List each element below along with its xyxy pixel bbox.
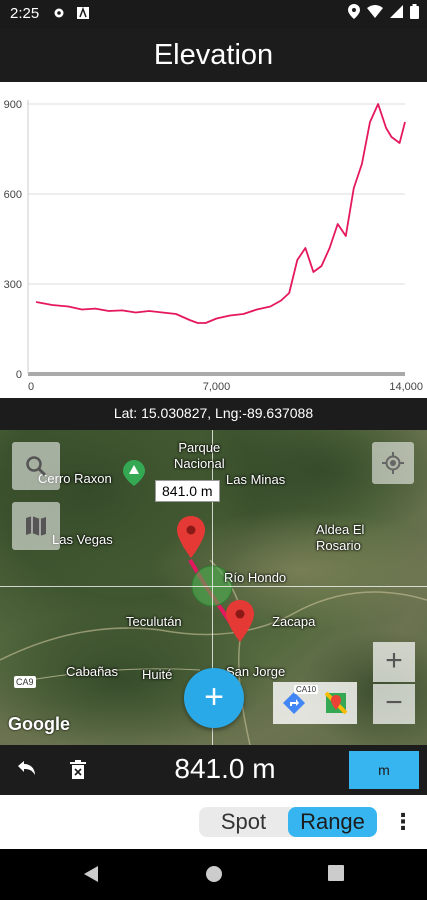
- battery-icon: [410, 4, 419, 19]
- more-options-button[interactable]: ⋮: [392, 809, 414, 837]
- y-tick-label-900: 900: [4, 99, 22, 111]
- bottom-toolbar: 841.0 m m: [0, 745, 427, 795]
- map-icon: [26, 516, 46, 536]
- elevation-chart[interactable]: 0 300 600 900 0 7,000 14,000: [0, 82, 427, 398]
- x-tick-label-7,000: 7,000: [203, 381, 231, 393]
- place-label-las-vegas: Las Vegas: [52, 532, 113, 547]
- open-in-maps-button[interactable]: [315, 682, 357, 724]
- system-nav-bar: [0, 849, 427, 900]
- my-location-button[interactable]: [372, 442, 414, 484]
- elevation-chart-svg: 0 300 600 900 0 7,000 14,000: [4, 99, 423, 393]
- x-tick-label-14,000: 14,000: [389, 381, 423, 393]
- x-tick-label-0: 0: [28, 381, 34, 393]
- map-layers-button[interactable]: [12, 502, 60, 550]
- status-bar: 2:25: [0, 0, 427, 28]
- place-label-teculutan: Teculután: [126, 614, 182, 629]
- google-logo: Google: [8, 714, 70, 734]
- settings-icon: [54, 8, 64, 18]
- mode-row: Spot Range ⋮: [0, 795, 427, 849]
- place-label-las-minas: Las Minas: [226, 472, 286, 487]
- location-icon: [348, 4, 360, 19]
- google-maps-icon: [325, 692, 347, 714]
- y-tick-label-300: 300: [4, 279, 22, 291]
- y-tick-label-0: 0: [16, 369, 22, 381]
- zoom-in-button[interactable]: +: [373, 642, 415, 682]
- end-pin-icon[interactable]: [226, 600, 254, 642]
- park-marker-icon: [123, 460, 145, 486]
- place-label-cabanas: Cabañas: [66, 664, 119, 679]
- mode-segmented-control: Spot Range: [199, 807, 377, 837]
- directions-icon: [283, 692, 305, 714]
- my-location-icon: [382, 452, 404, 474]
- page-title: Elevation: [153, 39, 274, 71]
- delete-icon[interactable]: [66, 758, 90, 782]
- route-sign-ca10: CA10: [294, 685, 319, 694]
- distance-readout: 841.0 m: [174, 753, 276, 784]
- home-icon[interactable]: [205, 865, 223, 883]
- range-mode-button[interactable]: Range: [288, 807, 377, 837]
- place-label-huite: Huité: [142, 667, 173, 682]
- map-view[interactable]: Parque Nacional Las Minas Cerro Raxon La…: [0, 430, 427, 745]
- status-icons: [348, 4, 419, 19]
- undo-icon[interactable]: [14, 758, 38, 782]
- recents-icon[interactable]: [328, 865, 344, 881]
- app-bar: Elevation: [0, 28, 427, 82]
- place-label-parque: Parque Nacional: [174, 440, 225, 471]
- spot-mode-button[interactable]: Spot: [199, 807, 288, 837]
- place-label-rio-hondo: Río Hondo: [224, 570, 287, 585]
- unit-button[interactable]: m: [349, 751, 419, 789]
- wifi-icon: [367, 5, 383, 18]
- search-button[interactable]: [12, 442, 60, 490]
- search-icon: [26, 456, 47, 477]
- elevation-series-line: [35, 103, 406, 324]
- y-tick-label-600: 600: [4, 189, 22, 201]
- zoom-out-button[interactable]: −: [373, 684, 415, 724]
- status-time: 2:25: [10, 5, 40, 22]
- signal-icon: [390, 5, 403, 18]
- back-icon[interactable]: [82, 865, 100, 883]
- start-pin-icon[interactable]: [177, 516, 205, 558]
- crosshair-horizontal: [0, 586, 427, 587]
- place-label-aldea-el-rosario: Aldea El Rosario: [316, 522, 365, 553]
- route-sign-ca9: CA9: [14, 676, 36, 688]
- coordinates-bar: Lat: 15.030827, Lng:-89.637088: [0, 398, 427, 430]
- place-label-zacapa: Zacapa: [272, 614, 316, 629]
- distance-label: 841.0 m: [155, 480, 220, 502]
- font-icon: [77, 6, 89, 19]
- add-point-fab[interactable]: +: [184, 668, 244, 728]
